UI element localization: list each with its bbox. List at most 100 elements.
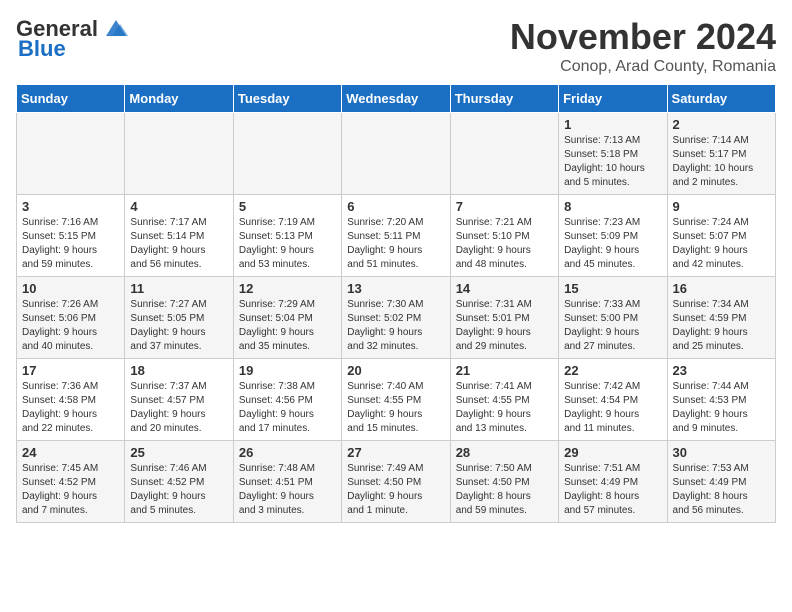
calendar-cell: 4 Sunrise: 7:17 AM Sunset: 5:14 PM Daylig… [125, 195, 233, 277]
week-row-2: 3 Sunrise: 7:16 AM Sunset: 5:15 PM Daylig… [17, 195, 776, 277]
weekday-header-row: SundayMondayTuesdayWednesdayThursdayFrid… [17, 85, 776, 113]
calendar-cell: 28 Sunrise: 7:50 AM Sunset: 4:50 PM Dayli… [450, 441, 558, 523]
day-info: Sunrise: 7:17 AM Sunset: 5:14 PM Dayligh… [130, 216, 227, 272]
day-number: 7 [456, 199, 553, 214]
day-info: Sunrise: 7:24 AM Sunset: 5:07 PM Dayligh… [673, 216, 770, 272]
calendar-cell: 29 Sunrise: 7:51 AM Sunset: 4:49 PM Dayli… [559, 441, 667, 523]
calendar-cell: 30 Sunrise: 7:53 AM Sunset: 4:49 PM Dayli… [667, 441, 775, 523]
day-info: Sunrise: 7:33 AM Sunset: 5:00 PM Dayligh… [564, 298, 661, 354]
logo-blue: Blue [18, 36, 66, 62]
weekday-header-saturday: Saturday [667, 85, 775, 113]
day-info: Sunrise: 7:23 AM Sunset: 5:09 PM Dayligh… [564, 216, 661, 272]
day-info: Sunrise: 7:21 AM Sunset: 5:10 PM Dayligh… [456, 216, 553, 272]
calendar-cell: 8 Sunrise: 7:23 AM Sunset: 5:09 PM Daylig… [559, 195, 667, 277]
day-number: 22 [564, 363, 661, 378]
calendar-cell: 19Sunrise: 7:38 AM Sunset: 4:56 PM Dayli… [233, 359, 341, 441]
day-info: Sunrise: 7:34 AM Sunset: 4:59 PM Dayligh… [673, 298, 770, 354]
day-number: 14 [456, 281, 553, 296]
day-number: 12 [239, 281, 336, 296]
day-number: 20 [347, 363, 444, 378]
day-number: 30 [673, 445, 770, 460]
day-info: Sunrise: 7:42 AM Sunset: 4:54 PM Dayligh… [564, 380, 661, 436]
calendar-cell: 17Sunrise: 7:36 AM Sunset: 4:58 PM Dayli… [17, 359, 125, 441]
day-info: Sunrise: 7:50 AM Sunset: 4:50 PM Dayligh… [456, 462, 553, 518]
calendar-cell: 7 Sunrise: 7:21 AM Sunset: 5:10 PM Daylig… [450, 195, 558, 277]
weekday-header-monday: Monday [125, 85, 233, 113]
calendar-cell: 12 Sunrise: 7:29 AM Sunset: 5:04 PM Dayli… [233, 277, 341, 359]
title-area: November 2024 Conop, Arad County, Romani… [510, 16, 776, 76]
calendar-cell: 11 Sunrise: 7:27 AM Sunset: 5:05 PM Dayli… [125, 277, 233, 359]
day-number: 18 [130, 363, 227, 378]
calendar-cell: 18 Sunrise: 7:37 AM Sunset: 4:57 PM Dayli… [125, 359, 233, 441]
day-info: Sunrise: 7:53 AM Sunset: 4:49 PM Dayligh… [673, 462, 770, 518]
week-row-1: 1 Sunrise: 7:13 AM Sunset: 5:18 PM Daylig… [17, 113, 776, 195]
day-info: Sunrise: 7:29 AM Sunset: 5:04 PM Dayligh… [239, 298, 336, 354]
day-number: 28 [456, 445, 553, 460]
day-number: 21 [456, 363, 553, 378]
calendar-cell: 16 Sunrise: 7:34 AM Sunset: 4:59 PM Dayli… [667, 277, 775, 359]
calendar-table: SundayMondayTuesdayWednesdayThursdayFrid… [16, 84, 776, 523]
day-number: 26 [239, 445, 336, 460]
calendar-cell [125, 113, 233, 195]
day-number: 25 [130, 445, 227, 460]
day-number: 29 [564, 445, 661, 460]
week-row-3: 10Sunrise: 7:26 AM Sunset: 5:06 PM Dayli… [17, 277, 776, 359]
calendar-cell: 24Sunrise: 7:45 AM Sunset: 4:52 PM Dayli… [17, 441, 125, 523]
day-number: 5 [239, 199, 336, 214]
day-number: 16 [673, 281, 770, 296]
calendar-cell: 15 Sunrise: 7:33 AM Sunset: 5:00 PM Dayli… [559, 277, 667, 359]
day-info: Sunrise: 7:48 AM Sunset: 4:51 PM Dayligh… [239, 462, 336, 518]
month-title: November 2024 [510, 16, 776, 58]
day-info: Sunrise: 7:16 AM Sunset: 5:15 PM Dayligh… [22, 216, 119, 272]
day-number: 6 [347, 199, 444, 214]
day-info: Sunrise: 7:19 AM Sunset: 5:13 PM Dayligh… [239, 216, 336, 272]
calendar-cell [233, 113, 341, 195]
calendar-cell: 20 Sunrise: 7:40 AM Sunset: 4:55 PM Dayli… [342, 359, 450, 441]
calendar-cell: 6Sunrise: 7:20 AM Sunset: 5:11 PM Daylig… [342, 195, 450, 277]
day-number: 8 [564, 199, 661, 214]
day-number: 2 [673, 117, 770, 132]
day-info: Sunrise: 7:37 AM Sunset: 4:57 PM Dayligh… [130, 380, 227, 436]
day-number: 15 [564, 281, 661, 296]
day-info: Sunrise: 7:30 AM Sunset: 5:02 PM Dayligh… [347, 298, 444, 354]
day-number: 19 [239, 363, 336, 378]
day-number: 3 [22, 199, 119, 214]
calendar-cell: 13 Sunrise: 7:30 AM Sunset: 5:02 PM Dayli… [342, 277, 450, 359]
logo: General Blue [16, 16, 130, 62]
calendar-cell: 22 Sunrise: 7:42 AM Sunset: 4:54 PM Dayli… [559, 359, 667, 441]
day-number: 1 [564, 117, 661, 132]
day-info: Sunrise: 7:36 AM Sunset: 4:58 PM Dayligh… [22, 380, 119, 436]
day-number: 24 [22, 445, 119, 460]
calendar-cell: 10Sunrise: 7:26 AM Sunset: 5:06 PM Dayli… [17, 277, 125, 359]
day-number: 11 [130, 281, 227, 296]
location-title: Conop, Arad County, Romania [510, 58, 776, 76]
day-number: 13 [347, 281, 444, 296]
day-info: Sunrise: 7:14 AM Sunset: 5:17 PM Dayligh… [673, 134, 770, 190]
week-row-4: 17Sunrise: 7:36 AM Sunset: 4:58 PM Dayli… [17, 359, 776, 441]
day-number: 4 [130, 199, 227, 214]
calendar-cell: 14Sunrise: 7:31 AM Sunset: 5:01 PM Dayli… [450, 277, 558, 359]
calendar-cell [450, 113, 558, 195]
logo-icon [102, 18, 130, 40]
weekday-header-wednesday: Wednesday [342, 85, 450, 113]
calendar-cell: 2 Sunrise: 7:14 AM Sunset: 5:17 PM Daylig… [667, 113, 775, 195]
day-info: Sunrise: 7:26 AM Sunset: 5:06 PM Dayligh… [22, 298, 119, 354]
day-info: Sunrise: 7:27 AM Sunset: 5:05 PM Dayligh… [130, 298, 227, 354]
day-info: Sunrise: 7:44 AM Sunset: 4:53 PM Dayligh… [673, 380, 770, 436]
day-info: Sunrise: 7:13 AM Sunset: 5:18 PM Dayligh… [564, 134, 661, 190]
calendar-cell: 21 Sunrise: 7:41 AM Sunset: 4:55 PM Dayli… [450, 359, 558, 441]
weekday-header-sunday: Sunday [17, 85, 125, 113]
calendar-cell: 26 Sunrise: 7:48 AM Sunset: 4:51 PM Dayli… [233, 441, 341, 523]
day-number: 27 [347, 445, 444, 460]
day-info: Sunrise: 7:51 AM Sunset: 4:49 PM Dayligh… [564, 462, 661, 518]
calendar-cell: 23Sunrise: 7:44 AM Sunset: 4:53 PM Dayli… [667, 359, 775, 441]
day-info: Sunrise: 7:40 AM Sunset: 4:55 PM Dayligh… [347, 380, 444, 436]
calendar-cell [342, 113, 450, 195]
calendar-cell [17, 113, 125, 195]
calendar-cell: 5 Sunrise: 7:19 AM Sunset: 5:13 PM Daylig… [233, 195, 341, 277]
day-info: Sunrise: 7:46 AM Sunset: 4:52 PM Dayligh… [130, 462, 227, 518]
calendar-cell: 3 Sunrise: 7:16 AM Sunset: 5:15 PM Daylig… [17, 195, 125, 277]
calendar-cell: 1 Sunrise: 7:13 AM Sunset: 5:18 PM Daylig… [559, 113, 667, 195]
day-info: Sunrise: 7:49 AM Sunset: 4:50 PM Dayligh… [347, 462, 444, 518]
day-info: Sunrise: 7:41 AM Sunset: 4:55 PM Dayligh… [456, 380, 553, 436]
